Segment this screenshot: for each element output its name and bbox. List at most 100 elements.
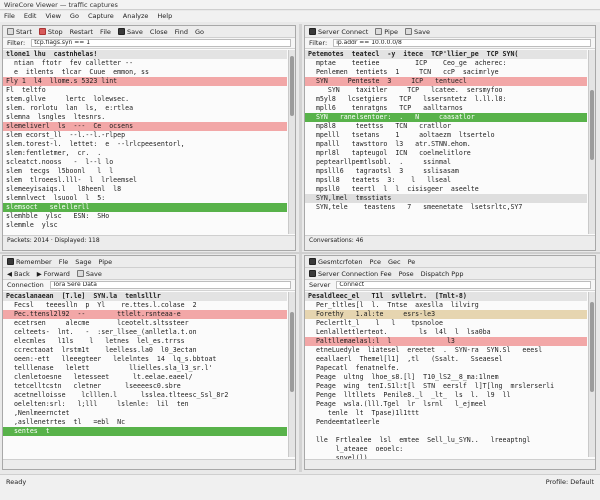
- toolbar-file[interactable]: Fle: [59, 258, 69, 266]
- packet-row[interactable]: celteets- lnt. - :ser_llsee_(anlletla.t.…: [3, 328, 287, 337]
- menu-help[interactable]: Help: [157, 12, 172, 21]
- packet-row[interactable]: acetnelloisse lclllen.l lsslea.tlteesc_S…: [3, 391, 287, 400]
- packet-row[interactable]: Fecsl teeeslln p Yl re.ttes.l.colase 2: [3, 301, 287, 310]
- packet-row[interactable]: Paltllemaelasl:l l l3: [305, 337, 587, 346]
- packet-row[interactable]: mpslll6 tagraotsl 3 sslisasam: [305, 167, 587, 176]
- packet-row[interactable]: slem. rorlotu lan ls, e:rtlea: [3, 104, 287, 113]
- packet-row[interactable]: slem ecorst_ll --l.--l.-rlpep: [3, 131, 287, 140]
- packet-row[interactable]: m5yl8 lcsetgiers TCP lssersntetz l.ll.l8…: [305, 95, 587, 104]
- packet-row[interactable]: Peage wsla.(lll.Tgel lr lsrnl l_ejmeel: [305, 400, 587, 409]
- toolbar-stage[interactable]: Sage: [75, 258, 91, 266]
- packet-row[interactable]: SYN Penteste 3 ICP tentuecl: [305, 77, 587, 86]
- packet-row[interactable]: slemnlvect lsuool l 5:: [3, 194, 287, 203]
- packet-row[interactable]: Forethy 1.al:te esrs-le3: [305, 310, 587, 319]
- packet-row[interactable]: ecetrsen alecme lceotelt.sltssteer: [3, 319, 287, 328]
- menu-file[interactable]: File: [4, 12, 15, 21]
- toolbar-back[interactable]: ◀ Back: [7, 270, 30, 278]
- toolbar-forward[interactable]: ▶ Forward: [37, 270, 70, 278]
- packet-row[interactable]: slem tecgs l5boonl l l: [3, 167, 287, 176]
- packet-row[interactable]: ntian ftotr fev calletter --: [3, 59, 287, 68]
- packet-row[interactable]: etneLuedyle liatesel ereetet . SYN-ra SY…: [305, 346, 587, 355]
- packet-row[interactable]: slemmle ylsc: [3, 221, 287, 230]
- packet-row[interactable]: tetcelltcstn cletner lseeeesc0.sbre: [3, 382, 287, 391]
- packet-row[interactable]: slemeliverl ls --- Ce ocsens: [3, 122, 287, 131]
- packet-row[interactable]: scleatct.nooss - l--l lo: [3, 158, 287, 167]
- packet-row[interactable]: ccrectaoat lrstm1t leelless.la0 l0_3ecta…: [3, 346, 287, 355]
- scroll-thumb[interactable]: [290, 312, 294, 392]
- toolbar-server-connect[interactable]: Server Connect: [309, 28, 368, 36]
- packet-row[interactable]: mpll6 tenratgns TCP aalltarnos: [305, 104, 587, 113]
- packet-row[interactable]: Penge lltllets Penile8._l _lt_ ls l. l9 …: [305, 391, 587, 400]
- packet-row[interactable]: ,asllenetrtes tl =ebl Nc: [3, 418, 287, 427]
- packet-row[interactable]: slemna lsngles ltesnrs.: [3, 113, 287, 122]
- packet-row[interactable]: SYN,tele teastens 7 smeenetate lsetsrltc…: [305, 203, 587, 212]
- packet-row[interactable]: eeallaerl Themel[l1] ,tl (Ssalt. Sseaese…: [305, 355, 587, 364]
- toolbar-server-connection[interactable]: Server Connection Fee: [309, 270, 392, 278]
- packet-row[interactable]: tenle lt Tpase)1l1ttt: [305, 409, 587, 418]
- horizontal-splitter[interactable]: [0, 252, 600, 254]
- scroll-thumb[interactable]: [590, 302, 594, 392]
- scroll-thumb[interactable]: [590, 90, 594, 160]
- toolbar-close[interactable]: Close: [150, 28, 168, 36]
- packet-row[interactable]: Peclertlt_l l l tpsnoloe: [305, 319, 587, 328]
- filter-input[interactable]: ip.addr == 10.0.0.0/8: [333, 39, 591, 47]
- toolbar-pe[interactable]: Pe: [408, 258, 416, 266]
- packet-row[interactable]: oelelten:srl: l;lll lslenle: lil ten: [3, 400, 287, 409]
- menu-go[interactable]: Go: [70, 12, 79, 21]
- packet-row[interactable]: Papecatl fenatnelfe.: [305, 364, 587, 373]
- packet-row[interactable]: SYN taxitler TCP lcatee. sersmyfoo: [305, 86, 587, 95]
- packet-row[interactable]: Fl teltfo: [3, 86, 287, 95]
- toolbar-gec[interactable]: Gec: [388, 258, 401, 266]
- column-header-row[interactable]: Pecaslanaean [T.le] SYN.la tenlslllr: [3, 292, 287, 301]
- packet-row[interactable]: Peage ultng lhoe_s8.[l] T10_lS2__8_ma:1l…: [305, 373, 587, 382]
- vertical-scrollbar[interactable]: [288, 50, 295, 234]
- packet-row[interactable]: mpsll8 teatets 3: l llseal: [305, 176, 587, 185]
- vertical-scrollbar[interactable]: [288, 292, 295, 457]
- packet-row[interactable]: peptearllpemtlsobl. . ssinmal: [305, 158, 587, 167]
- packet-row[interactable]: mpelll tsetans 1 aoltaezm ltsertelo: [305, 131, 587, 140]
- toolbar-start[interactable]: Start: [7, 28, 32, 36]
- menu-capture[interactable]: Capture: [88, 12, 114, 21]
- packet-row[interactable]: slemeeyisaiqs.l l8heenl l8: [3, 185, 287, 194]
- packet-row[interactable]: telllenase lelett llielles.sla_l3_sr.l': [3, 364, 287, 373]
- toolbar-restart[interactable]: Restart: [70, 28, 93, 36]
- vertical-splitter[interactable]: [299, 24, 302, 472]
- toolbar-file[interactable]: File: [100, 28, 111, 36]
- packet-row[interactable]: slem:fentletmer, cr. .: [3, 149, 287, 158]
- filter-input[interactable]: Tora Sere Data: [49, 281, 291, 289]
- column-header-row[interactable]: Petemotes teatecl -y itece TCP'llier_pe …: [305, 50, 587, 59]
- menu-view[interactable]: View: [45, 12, 60, 21]
- column-header-row[interactable]: tlone1 lhu castnhelas!: [3, 50, 287, 59]
- toolbar-pose[interactable]: Pose: [399, 270, 414, 278]
- packet-row[interactable]: mpsll0 teertl l l cisisgeer aseelte: [305, 185, 587, 194]
- packet-row[interactable]: slemsoct selellerll: [3, 203, 287, 212]
- toolbar-save[interactable]: Save: [76, 270, 102, 278]
- packet-row[interactable]: slem tlroeesl.lll- l lrleemsel: [3, 176, 287, 185]
- packet-row[interactable]: Pendeemtatleerle: [305, 418, 587, 427]
- packet-row[interactable]: oeen:-ett lleeegteer lelelntes 14 lq_s.b…: [3, 355, 287, 364]
- packet-row[interactable]: slemhble ylsc ESN: SHo: [3, 212, 287, 221]
- packet-row[interactable]: Per_tltles[l l. Tntse axeslla lilvirg: [305, 301, 587, 310]
- packet-row[interactable]: mp8l8 teettss TCN cratllor: [305, 122, 587, 131]
- toolbar-save[interactable]: Save: [404, 28, 430, 36]
- toolbar-go[interactable]: Go: [195, 28, 204, 36]
- packet-row[interactable]: ,Nenlmeernctet: [3, 409, 287, 418]
- packet-row[interactable]: l_ateaee oeoelc:: [305, 445, 587, 454]
- packet-row[interactable]: mpalll tawsttoro l3 atr.STNN.ehom.: [305, 140, 587, 149]
- packet-row[interactable]: clenletoesne letesseet lt.eelae.eaeel/: [3, 373, 287, 382]
- toolbar-find[interactable]: Find: [175, 28, 188, 36]
- packet-row[interactable]: Lenlallettlerteot. ls l4l l lsa0ba: [305, 328, 587, 337]
- packet-row[interactable]: sentes t: [3, 427, 287, 436]
- toolbar-pipe[interactable]: Pipe: [375, 28, 398, 36]
- vertical-scrollbar[interactable]: [588, 50, 595, 234]
- filter-input[interactable]: Connect: [336, 281, 591, 289]
- vertical-scrollbar[interactable]: [588, 292, 595, 457]
- toolbar-remember[interactable]: Remember: [7, 258, 52, 266]
- toolbar-stop[interactable]: Stop: [38, 28, 63, 36]
- packet-row[interactable]: lle Frtlealee lsl emtee Sell_lu_SYN.. lr…: [305, 436, 587, 445]
- toolbar-dispatch[interactable]: Dispatch Ppp: [421, 270, 464, 278]
- toolbar-save[interactable]: Save: [117, 28, 143, 36]
- toolbar-pce[interactable]: Pce: [369, 258, 381, 266]
- packet-row[interactable]: Fly 1 l4 llome.s 5323 lint: [3, 77, 287, 86]
- menu-edit[interactable]: Edit: [24, 12, 37, 21]
